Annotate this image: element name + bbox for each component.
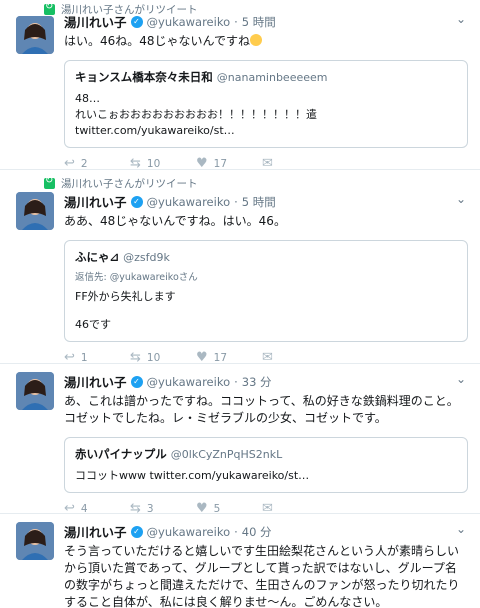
tweet-text: はい。46ね。48じゃないんですね [64, 33, 468, 50]
author-name[interactable]: 湯川れい子 [64, 522, 127, 541]
reply-button[interactable]: ↩ 2 [64, 156, 130, 171]
retweet-context: 湯川れい子さんがリツイート [44, 1, 198, 17]
tweet[interactable]: ⌄ 湯川れい子 ✓ @yukawareiko · 33 分 あ、これは譜かったで… [0, 364, 480, 516]
quoted-tweet[interactable]: キョンスム橋本奈々未日和 @nanaminbeeeeem 48… れいこぉおおおお… [64, 60, 468, 148]
heart-icon: ♥ [196, 350, 208, 365]
verified-icon: ✓ [130, 525, 143, 538]
tweet[interactable]: ⌄ 湯川れい子 ✓ @yukawareiko · 40 分 そう言っていただける… [0, 514, 480, 608]
tweet[interactable]: 湯川れい子さんがリツイート ⌄ 湯川れい子 ✓ @yukawareiko · 5… [0, 0, 480, 171]
verified-icon: ✓ [130, 15, 143, 28]
tweet-actions: ↩ 1 ⇆ 10 ♥ 17 ✉ [64, 350, 468, 365]
quote-author-handle: @0lkCyZnPqHS2nkL [170, 448, 283, 461]
heart-icon: ♥ [196, 156, 208, 171]
quote-author-name: ふにゃ⊿ [75, 250, 120, 264]
tweet-header: 湯川れい子 ✓ @yukawareiko · 40 分 [64, 522, 468, 541]
retweet-button[interactable]: ⇆ 10 [130, 350, 196, 365]
retweet-button[interactable]: ⇆ 10 [130, 156, 196, 171]
chevron-down-icon[interactable]: ⌄ [456, 12, 466, 26]
avatar[interactable] [16, 372, 54, 410]
reply-button[interactable]: ↩ 1 [64, 350, 130, 365]
chevron-down-icon[interactable]: ⌄ [456, 522, 466, 536]
quote-text: FF外から失礼します 46です [75, 290, 176, 331]
tweet-time[interactable]: 40 分 [242, 524, 272, 540]
tweet-header: 湯川れい子 ✓ @yukawareiko · 33 分 [64, 372, 468, 391]
avatar[interactable] [16, 522, 54, 560]
retweet-icon [44, 175, 55, 189]
like-button[interactable]: ♥ 17 [196, 350, 262, 365]
quote-author-handle: @nanaminbeeeeem [216, 71, 328, 84]
quoted-tweet[interactable]: 赤いパイナップル @0lkCyZnPqHS2nkL ココットwww twitter… [64, 437, 468, 493]
tweet-text: あ、これは譜かったですね。ココットって、私の好きな鉄鍋料理のこと。コゼットでした… [64, 394, 459, 425]
quote-text: ココットwww twitter.com/yukawareiko/st… [75, 469, 310, 482]
reply-to-label: 返信先: @yukawareikoさん [75, 272, 198, 283]
retweet-icon: ⇆ [130, 156, 141, 171]
reply-icon: ↩ [64, 350, 75, 365]
tweet-actions: ↩ 2 ⇆ 10 ♥ 17 ✉ [64, 156, 468, 171]
tweet-text: そう言っていただけると嬉しいです生田絵梨花さんという人が素晴らしいから頂いた賞で… [64, 544, 460, 608]
quoted-tweet[interactable]: ふにゃ⊿ @zsfd9k 返信先: @yukawareikoさん FF外から失礼し… [64, 240, 468, 342]
quote-author-name: 赤いパイナップル [75, 447, 167, 461]
tweet-text: ああ、48じゃないんですね。はい。46。 [64, 214, 286, 228]
avatar[interactable] [16, 16, 54, 54]
author-name[interactable]: 湯川れい子 [64, 192, 127, 211]
author-handle[interactable]: @yukawareiko [147, 525, 231, 539]
chevron-down-icon[interactable]: ⌄ [456, 372, 466, 386]
reply-icon: ↩ [64, 156, 75, 171]
quote-author-name: キョンスム橋本奈々未日和 [75, 70, 213, 84]
message-button[interactable]: ✉ [262, 156, 328, 171]
smile-emoji-icon [249, 34, 262, 46]
tweet-time[interactable]: 5 時間 [242, 14, 276, 30]
avatar[interactable] [16, 192, 54, 230]
tweet-time[interactable]: 33 分 [242, 374, 272, 390]
verified-icon: ✓ [130, 375, 143, 388]
author-handle[interactable]: @yukawareiko [147, 375, 231, 389]
timeline-feed: 湯川れい子さんがリツイート ⌄ 湯川れい子 ✓ @yukawareiko · 5… [0, 0, 480, 608]
verified-icon: ✓ [130, 195, 143, 208]
quote-author-handle: @zsfd9k [123, 251, 170, 264]
chevron-down-icon[interactable]: ⌄ [456, 192, 466, 206]
tweet[interactable]: 湯川れい子さんがリツイート ⌄ 湯川れい子 ✓ @yukawareiko · 5… [0, 170, 480, 365]
message-button[interactable]: ✉ [262, 350, 328, 365]
retweet-icon: ⇆ [130, 350, 141, 365]
tweet-time[interactable]: 5 時間 [242, 194, 276, 210]
envelope-icon: ✉ [262, 350, 273, 365]
envelope-icon: ✉ [262, 156, 273, 171]
like-button[interactable]: ♥ 17 [196, 156, 262, 171]
retweet-context: 湯川れい子さんがリツイート [44, 175, 198, 191]
tweet-header: 湯川れい子 ✓ @yukawareiko · 5 時間 [64, 192, 468, 211]
author-name[interactable]: 湯川れい子 [64, 372, 127, 391]
retweet-icon [44, 1, 55, 15]
author-handle[interactable]: @yukawareiko [147, 195, 231, 209]
quote-text: 48… れいこぉおおおおおおおおお！！！！！！！！遣 twitter.com/y… [75, 92, 317, 137]
